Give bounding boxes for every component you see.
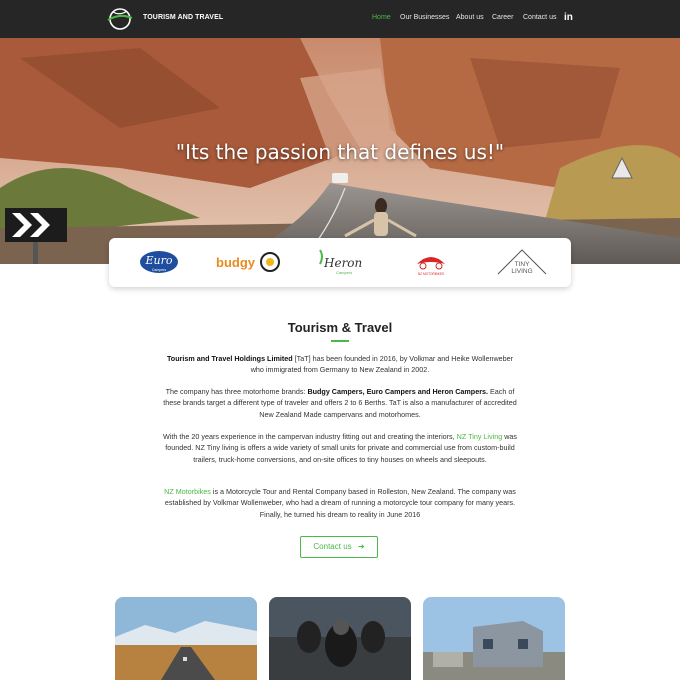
card-image-motorbikes xyxy=(269,597,411,680)
paragraph-motorbikes: NZ Motorbikes is a Motorcycle Tour and R… xyxy=(160,486,520,520)
top-navbar: TOURISM AND TRAVEL Home Our Businesses A… xyxy=(0,0,680,38)
paragraph-brands: The company has three motorhome brands: … xyxy=(160,386,520,420)
nz-motorbikes-link[interactable]: NZ Motorbikes xyxy=(164,487,211,496)
paragraph-text: With the 20 years experience in the camp… xyxy=(163,432,457,441)
nav-our-businesses[interactable]: Our Businesses xyxy=(400,14,449,21)
button-label: Contact us xyxy=(313,542,352,551)
business-card-tiny-living[interactable] xyxy=(423,597,565,680)
brand-name: Heron xyxy=(323,256,362,270)
paragraph-text: is a Motorcycle Tour and Rental Company … xyxy=(164,487,516,519)
brand-name: TINY xyxy=(515,261,530,268)
section-title: Tourism & Travel xyxy=(287,320,393,335)
nz-tiny-living-link[interactable]: NZ Tiny Living xyxy=(457,432,503,441)
linkedin-icon[interactable]: in xyxy=(564,12,573,23)
heron-campers-logo[interactable]: Heron Campers xyxy=(314,246,374,278)
brand-sub: LIVING xyxy=(511,268,532,275)
card-image-tiny-house xyxy=(423,597,565,680)
contact-us-button[interactable]: Contact us ➜ xyxy=(300,536,378,558)
company-name: Tourism and Travel Holdings Limited xyxy=(166,354,293,363)
brand-sub: NZ MOTORBIKES xyxy=(418,272,444,276)
arrow-right-icon: ➜ xyxy=(357,542,365,551)
paragraph-tiny-living: With the 20 years experience in the camp… xyxy=(160,431,520,465)
hero-banner: "Its the passion that defines us!" xyxy=(0,38,680,264)
globe-logo-icon[interactable] xyxy=(107,7,133,31)
paragraph-intro: Tourism and Travel Holdings Limited [TaT… xyxy=(160,353,520,376)
business-card-campers[interactable] xyxy=(115,597,257,680)
nav-about-us[interactable]: About us xyxy=(456,14,484,21)
business-card-motorbikes[interactable] xyxy=(269,597,411,680)
tiny-living-logo[interactable]: TINY LIVING xyxy=(494,246,550,278)
budgy-campers-logo[interactable]: budgy xyxy=(214,246,284,278)
brand-name: budgy xyxy=(216,255,256,270)
brand-list: Budgy Campers, Euro Campers and Heron Ca… xyxy=(307,387,488,396)
brand-sub: Campers xyxy=(152,268,166,272)
hero-quote: "Its the passion that defines us!" xyxy=(175,140,505,164)
paragraph-text: The company has three motorhome brands: xyxy=(165,387,308,396)
nz-motorbikes-logo[interactable]: NZ MOTORBIKES xyxy=(411,246,451,278)
euro-campers-logo[interactable]: Euro Campers xyxy=(137,246,181,278)
nav-home[interactable]: Home xyxy=(372,14,391,21)
title-underline xyxy=(331,340,349,342)
brand-logos-bar: Euro Campers budgy Heron Campers NZ MOTO… xyxy=(109,238,571,287)
brand-sub: Campers xyxy=(336,270,352,275)
brand-name: Euro xyxy=(145,254,173,267)
brand-name[interactable]: TOURISM AND TRAVEL xyxy=(143,14,223,21)
nav-contact-us[interactable]: Contact us xyxy=(523,14,556,21)
card-image-road xyxy=(115,597,257,680)
nav-career[interactable]: Career xyxy=(492,14,513,21)
